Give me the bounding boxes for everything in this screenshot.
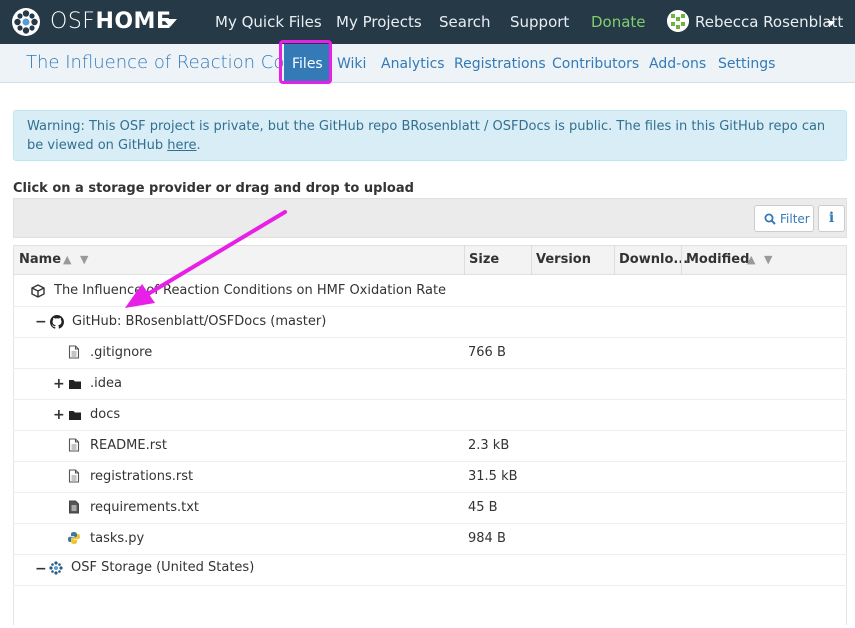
collapse-toggle-icon[interactable]: −: [35, 562, 47, 576]
info-button[interactable]: i: [818, 205, 845, 232]
column-header-downloads[interactable]: Downlo...: [619, 252, 688, 268]
brand-dropdown-caret-icon[interactable]: [163, 19, 177, 27]
alert-here-link[interactable]: here: [167, 138, 196, 153]
row-size: 45 B: [468, 500, 498, 515]
column-divider[interactable]: [464, 245, 465, 275]
collapse-toggle-icon[interactable]: −: [35, 315, 47, 329]
tab-registrations[interactable]: Registrations: [454, 56, 546, 72]
tab-settings[interactable]: Settings: [718, 56, 775, 72]
row-name[interactable]: requirements.txt: [90, 500, 199, 516]
column-divider[interactable]: [681, 245, 682, 275]
tab-add-ons[interactable]: Add-ons: [649, 56, 706, 72]
nav-user-name[interactable]: Rebecca Rosenblatt: [695, 12, 843, 32]
column-divider[interactable]: [614, 245, 615, 275]
folder-icon: [69, 380, 81, 389]
row-name[interactable]: The Influence of Reaction Conditions on …: [54, 283, 446, 299]
row-name[interactable]: docs: [90, 407, 120, 423]
column-header-size[interactable]: Size: [469, 252, 499, 268]
table-row-folder[interactable]: [13, 400, 847, 431]
brand-osfhome[interactable]: OSFHOME: [50, 7, 171, 37]
sort-desc-icon[interactable]: ▼: [764, 252, 772, 268]
expand-toggle-icon[interactable]: +: [53, 408, 65, 422]
nav-support[interactable]: Support: [510, 12, 569, 32]
row-name[interactable]: tasks.py: [90, 531, 144, 547]
project-title[interactable]: The Influence of Reaction Co...: [26, 52, 301, 74]
expand-toggle-icon[interactable]: +: [53, 377, 65, 391]
user-avatar[interactable]: [667, 10, 689, 32]
nav-my-projects[interactable]: My Projects: [336, 12, 422, 32]
sort-desc-icon[interactable]: ▼: [80, 252, 88, 268]
tab-contributors[interactable]: Contributors: [552, 56, 639, 72]
nav-search[interactable]: Search: [439, 12, 491, 32]
row-name[interactable]: README.rst: [90, 438, 167, 454]
row-name[interactable]: .idea: [90, 376, 122, 392]
osf-logo-icon[interactable]: [11, 7, 41, 37]
project-cube-icon: [31, 284, 45, 298]
row-name[interactable]: GitHub: BRosenblatt/OSFDocs (master): [72, 314, 326, 330]
file-icon: [68, 438, 80, 452]
tab-analytics[interactable]: Analytics: [381, 56, 445, 72]
folder-icon: [69, 411, 81, 420]
nav-donate[interactable]: Donate: [591, 12, 646, 32]
files-toolbar: [13, 198, 847, 238]
file-icon: [68, 345, 80, 359]
column-header-version[interactable]: Version: [536, 252, 591, 268]
row-name[interactable]: .gitignore: [90, 345, 152, 361]
table-row-folder[interactable]: [13, 369, 847, 400]
osf-storage-icon: [49, 561, 63, 575]
text-file-icon: [69, 500, 79, 514]
alert-text: Warning: This OSF project is private, bu…: [27, 119, 826, 153]
alert-end: .: [196, 138, 201, 153]
info-icon: i: [828, 210, 835, 226]
row-size: 984 B: [468, 531, 506, 546]
row-size: 766 B: [468, 345, 506, 360]
brand-home-text: HOME: [95, 9, 172, 34]
github-public-warning-alert: Warning: This OSF project is private, bu…: [13, 110, 847, 161]
filter-button-label: Filter: [780, 212, 810, 226]
search-icon: [764, 213, 776, 225]
sort-asc-icon[interactable]: ▲: [747, 252, 755, 268]
row-name[interactable]: OSF Storage (United States): [71, 560, 254, 576]
tab-wiki[interactable]: Wiki: [337, 56, 366, 72]
files-tab-highlight-box: [279, 40, 332, 84]
upload-hint: Click on a storage provider or drag and …: [13, 181, 414, 196]
brand-osf-text: OSF: [50, 9, 96, 34]
file-icon: [68, 469, 80, 483]
column-header-name[interactable]: Name: [19, 252, 61, 268]
row-size: 31.5 kB: [468, 469, 518, 484]
row-size: 2.3 kB: [468, 438, 510, 453]
github-icon: [50, 315, 64, 329]
column-divider[interactable]: [531, 245, 532, 275]
user-dropdown-caret-icon[interactable]: [827, 21, 835, 26]
row-name[interactable]: registrations.rst: [90, 469, 193, 485]
python-file-icon: [68, 532, 80, 544]
column-header-modified[interactable]: Modified: [686, 252, 749, 268]
nav-my-quick-files[interactable]: My Quick Files: [215, 12, 322, 32]
sort-asc-icon[interactable]: ▲: [63, 252, 71, 268]
filter-button[interactable]: Filter: [754, 205, 814, 232]
